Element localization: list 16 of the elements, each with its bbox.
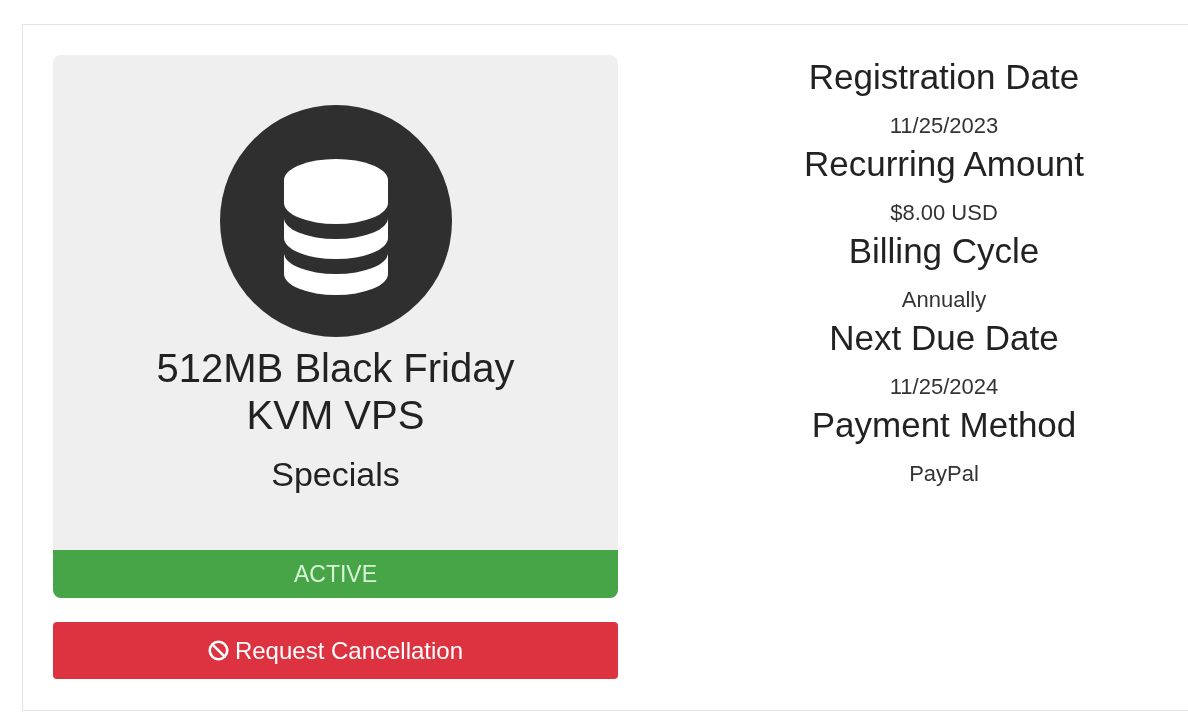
detail-value: PayPal xyxy=(909,460,979,488)
status-bar: ACTIVE xyxy=(53,550,618,598)
detail-value: Annually xyxy=(901,286,987,314)
detail-label: Registration Date xyxy=(808,57,1080,97)
detail-value: $8.00 USD xyxy=(890,199,998,227)
detail-label: Recurring Amount xyxy=(803,144,1085,184)
detail-value: 11/25/2023 xyxy=(889,112,999,140)
detail-value: 11/25/2024 xyxy=(889,373,999,401)
detail-label: Payment Method xyxy=(811,405,1077,445)
ban-icon xyxy=(207,640,229,661)
detail-label: Next Due Date xyxy=(829,318,1059,358)
product-name: 512MB Black Friday KVM VPS xyxy=(155,345,516,439)
product-group: Specials xyxy=(271,454,400,494)
detail-label: Billing Cycle xyxy=(848,231,1040,271)
database-icon xyxy=(219,105,452,337)
request-cancellation-button[interactable]: Request Cancellation xyxy=(53,622,618,679)
